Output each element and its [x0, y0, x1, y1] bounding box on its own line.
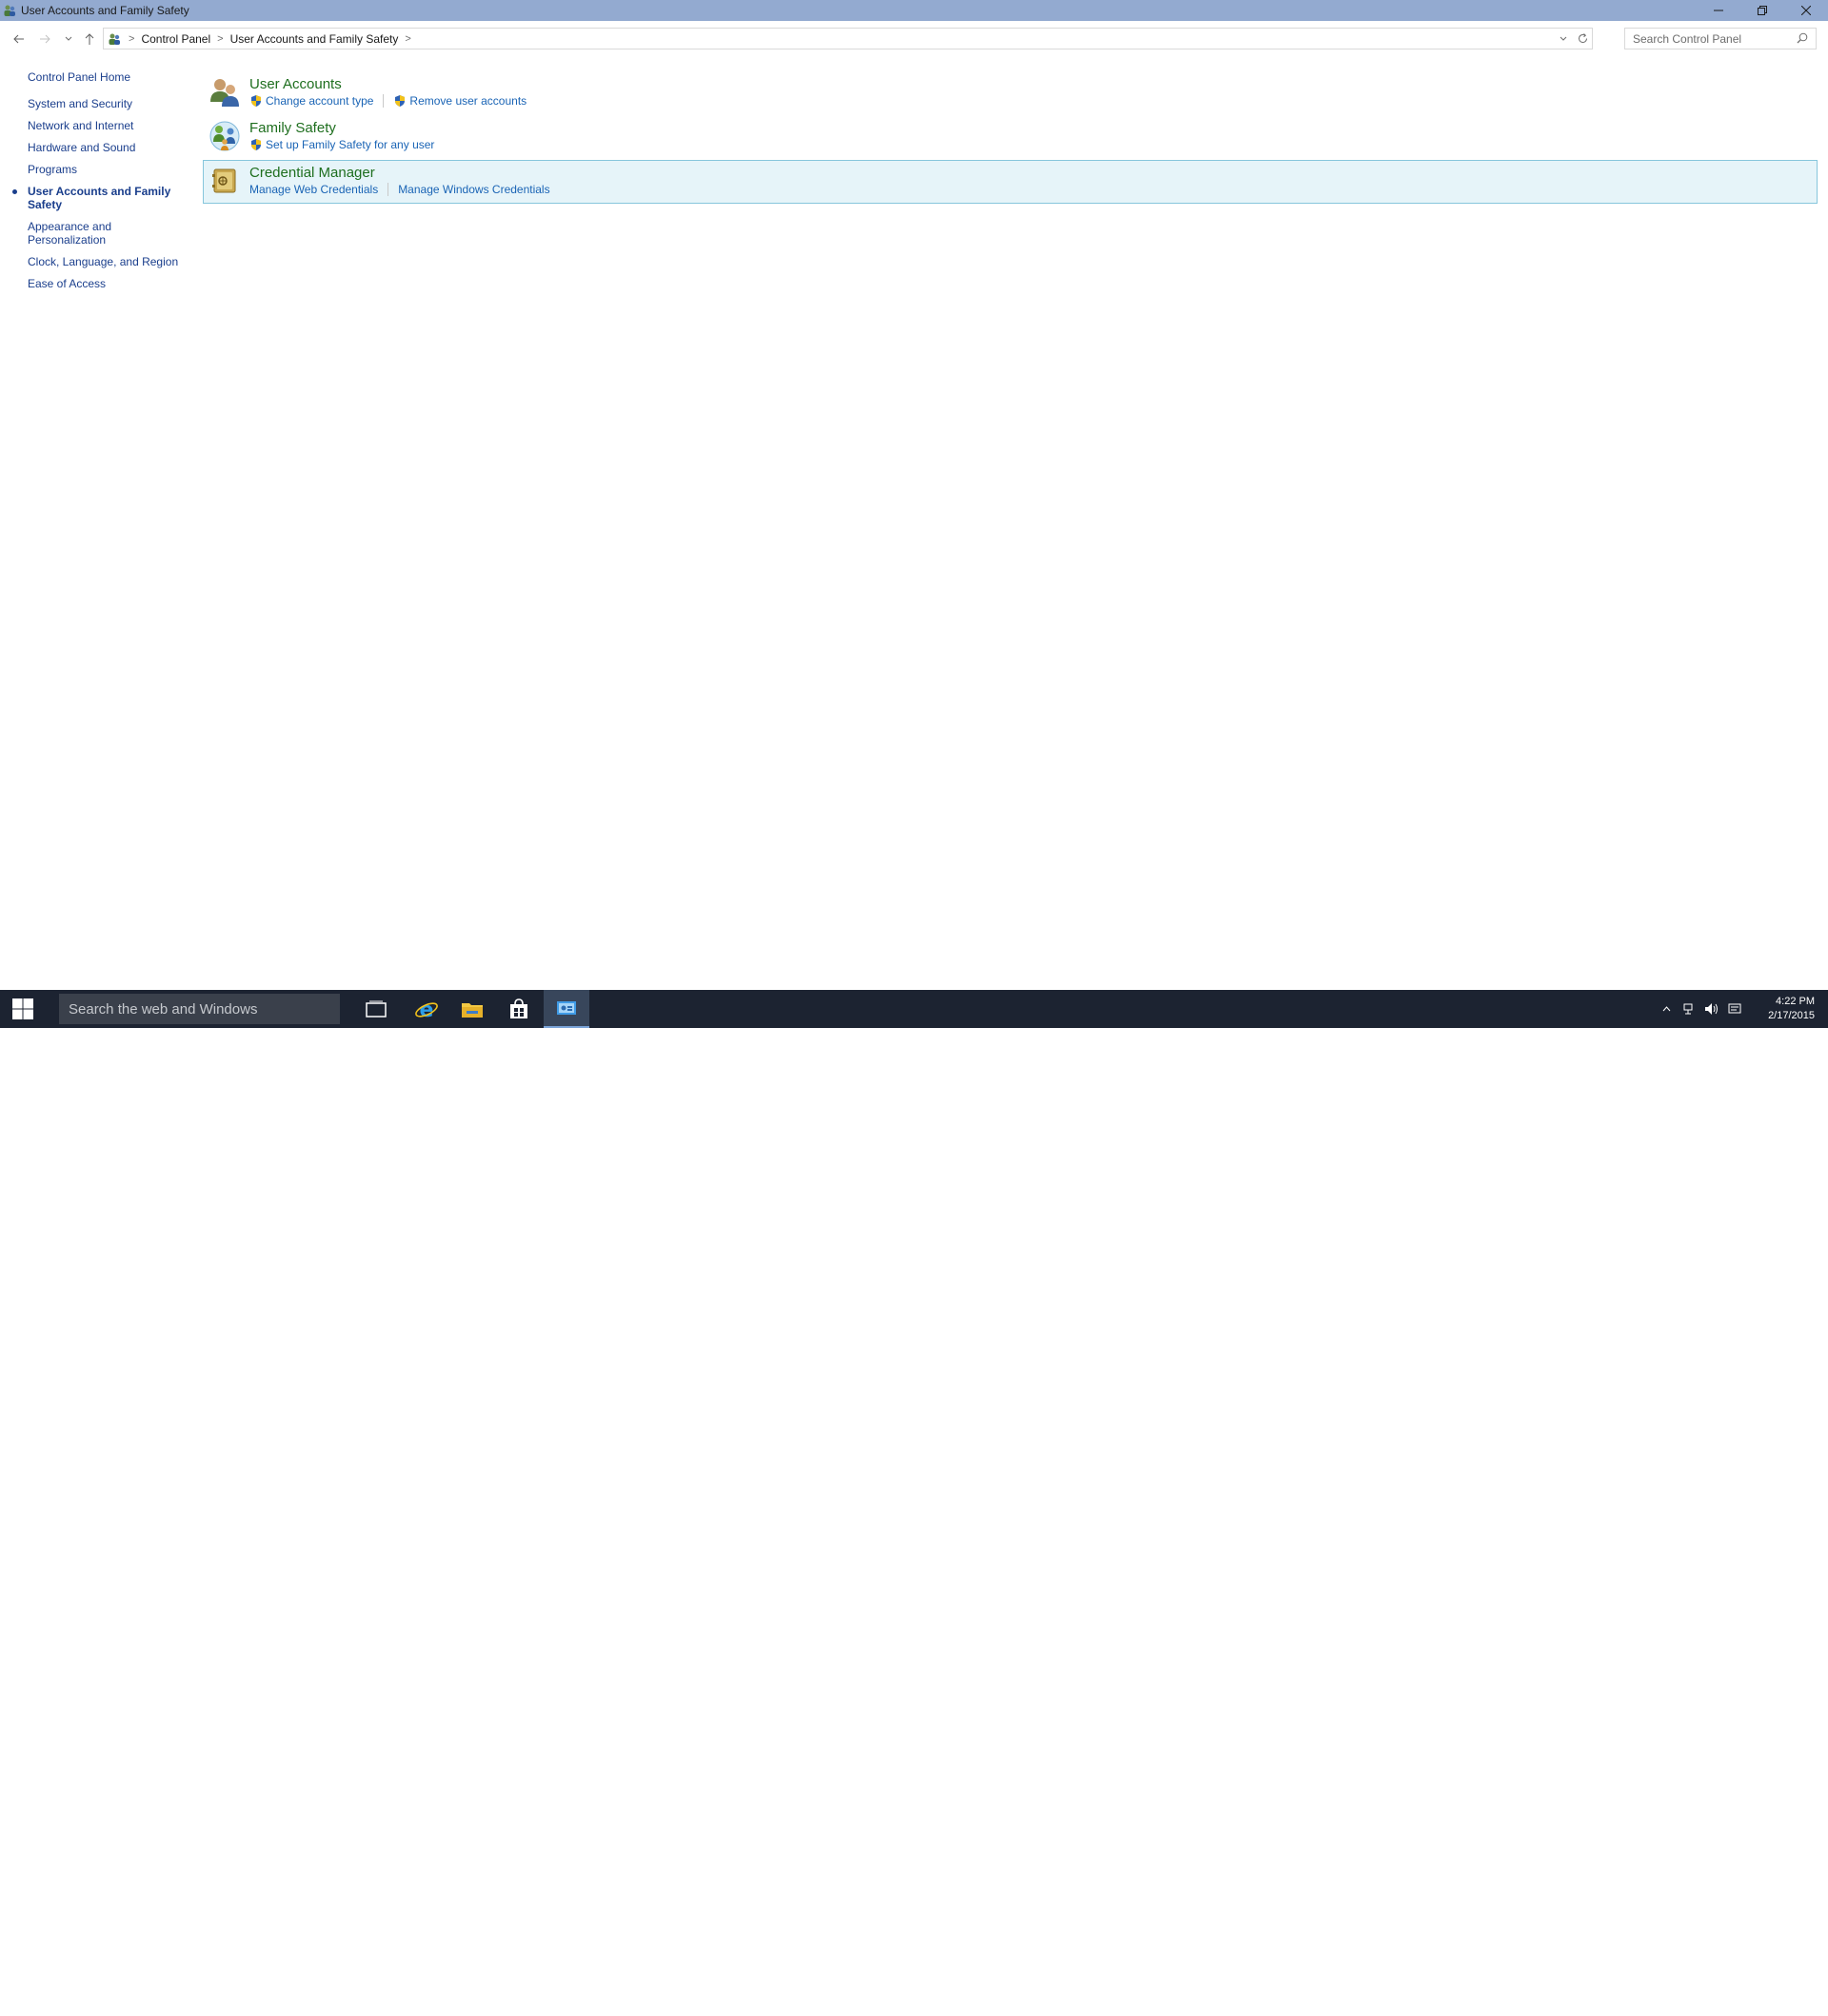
- left-navigation: Control Panel Home System and Security N…: [12, 70, 180, 299]
- clock-time: 4:22 PM: [1776, 996, 1815, 1007]
- book-logo-icon: [1592, 1982, 1634, 2016]
- category-title[interactable]: User Accounts: [249, 76, 527, 93]
- network-icon: [1683, 1003, 1693, 1015]
- clock[interactable]: 4:22 PM 2/17/2015: [1746, 995, 1828, 1023]
- watermark: The Collection Book: [1588, 1974, 1820, 2016]
- uac-shield-icon: [251, 95, 261, 107]
- nav-item-clock-language-region[interactable]: Clock, Language, and Region: [28, 255, 180, 268]
- up-arrow-icon: [85, 33, 94, 45]
- family-safety-icon[interactable]: [208, 119, 246, 157]
- nav-item-ease-of-access[interactable]: Ease of Access: [28, 277, 180, 290]
- folder-icon: [462, 1003, 483, 1018]
- show-hidden-icons-button[interactable]: [1655, 990, 1678, 1028]
- set-up-family-safety-link[interactable]: Set up Family Safety for any user: [249, 138, 434, 151]
- nav-control-panel-home[interactable]: Control Panel Home: [28, 70, 180, 84]
- up-button[interactable]: [80, 30, 99, 49]
- nav-item-system-and-security[interactable]: System and Security: [28, 97, 180, 110]
- task-view-icon: [366, 1000, 387, 1018]
- taskbar-search-box[interactable]: [59, 994, 340, 1024]
- category-family-safety: Family Safety Set up Family Safety for a…: [204, 116, 1818, 160]
- link-separator: [387, 183, 389, 196]
- minimize-button[interactable]: [1697, 0, 1740, 21]
- nav-item-user-accounts-family-safety[interactable]: User Accounts and Family Safety: [12, 185, 180, 211]
- title-bar: User Accounts and Family Safety: [0, 0, 1828, 21]
- chevron-right-icon[interactable]: >: [405, 33, 410, 45]
- navigation-bar: > Control Panel > User Accounts and Fami…: [0, 21, 1828, 55]
- watermark-text: The Collection Book: [1649, 1985, 1820, 2005]
- nav-item-network-and-internet[interactable]: Network and Internet: [28, 119, 180, 132]
- taskbar-internet-explorer[interactable]: e: [404, 990, 449, 1028]
- action-center-icon: [1728, 1003, 1741, 1014]
- link-label: Change account type: [266, 94, 374, 108]
- uac-shield-icon: [395, 95, 406, 107]
- control-panel-icon: [107, 31, 122, 47]
- remove-user-accounts-link[interactable]: Remove user accounts: [393, 94, 527, 108]
- control-panel-taskbar-icon: [557, 1001, 576, 1015]
- chevron-down-icon: [65, 36, 72, 41]
- svg-text:e: e: [420, 998, 434, 1021]
- address-bar[interactable]: > Control Panel > User Accounts and Fami…: [103, 28, 1593, 49]
- windows-logo-icon: [12, 998, 33, 1019]
- nav-item-programs[interactable]: Programs: [28, 163, 180, 176]
- chevron-right-icon[interactable]: >: [217, 33, 223, 45]
- volume-tray-button[interactable]: [1700, 990, 1723, 1028]
- chevron-right-icon[interactable]: >: [129, 33, 134, 45]
- link-separator: [383, 94, 385, 108]
- category-list: User Accounts Change account type Remove…: [203, 72, 1818, 204]
- restore-icon: [1758, 6, 1767, 15]
- nav-item-appearance-personalization[interactable]: Appearance and Personalization: [28, 220, 180, 247]
- clock-date: 2/17/2015: [1768, 1010, 1815, 1021]
- taskbar: e The Collection Book 4:22: [0, 990, 1828, 2016]
- restore-button[interactable]: [1740, 0, 1784, 21]
- refresh-icon: [1578, 33, 1587, 43]
- active-bullet-icon: [12, 189, 17, 194]
- chevron-down-icon: [1560, 36, 1567, 41]
- search-icon[interactable]: [1797, 31, 1810, 45]
- search-box[interactable]: [1624, 28, 1817, 49]
- nav-item-label: User Accounts and Family Safety: [28, 185, 171, 211]
- category-credential-manager[interactable]: Credential Manager Manage Web Credential…: [203, 160, 1818, 204]
- control-panel-icon: [2, 3, 17, 18]
- action-center-tray-button[interactable]: [1723, 990, 1746, 1028]
- back-button[interactable]: [10, 30, 29, 49]
- change-account-type-link[interactable]: Change account type: [249, 94, 373, 108]
- chevron-up-icon: [1662, 1006, 1670, 1012]
- link-label: Remove user accounts: [409, 94, 527, 108]
- nav-item-hardware-and-sound[interactable]: Hardware and Sound: [28, 141, 180, 154]
- start-button[interactable]: [0, 990, 46, 1028]
- credential-manager-icon[interactable]: [208, 164, 246, 202]
- window-title: User Accounts and Family Safety: [21, 4, 189, 17]
- taskbar-search-input[interactable]: [67, 999, 328, 1018]
- link-label: Set up Family Safety for any user: [266, 138, 435, 151]
- network-tray-button[interactable]: [1678, 990, 1700, 1028]
- store-icon: [510, 998, 527, 1018]
- taskbar-store[interactable]: [496, 990, 542, 1028]
- manage-web-credentials-link[interactable]: Manage Web Credentials: [249, 183, 378, 196]
- close-icon: [1801, 6, 1811, 15]
- internet-explorer-icon: e: [415, 998, 438, 1021]
- category-title[interactable]: Credential Manager: [249, 165, 550, 182]
- search-input[interactable]: [1631, 30, 1797, 47]
- task-view-button[interactable]: [353, 990, 399, 1028]
- back-arrow-icon: [13, 34, 24, 44]
- uac-shield-icon: [251, 139, 261, 150]
- user-accounts-icon[interactable]: [208, 75, 246, 113]
- recent-locations-button[interactable]: [59, 30, 78, 49]
- taskbar-control-panel[interactable]: [544, 990, 589, 1028]
- refresh-button[interactable]: [1573, 29, 1592, 49]
- system-tray: 4:22 PM 2/17/2015: [1655, 990, 1828, 1028]
- breadcrumb-control-panel[interactable]: Control Panel: [141, 32, 210, 46]
- forward-arrow-icon: [40, 34, 50, 44]
- address-dropdown-button[interactable]: [1554, 29, 1573, 49]
- manage-windows-credentials-link[interactable]: Manage Windows Credentials: [398, 183, 549, 196]
- category-title[interactable]: Family Safety: [249, 120, 434, 137]
- breadcrumb-user-accounts-family-safety[interactable]: User Accounts and Family Safety: [230, 32, 399, 46]
- speaker-icon: [1705, 1003, 1718, 1015]
- taskbar-file-explorer[interactable]: [449, 990, 495, 1028]
- category-user-accounts: User Accounts Change account type Remove…: [204, 72, 1818, 116]
- forward-button[interactable]: [35, 30, 54, 49]
- minimize-icon: [1714, 10, 1723, 11]
- close-button[interactable]: [1784, 0, 1828, 21]
